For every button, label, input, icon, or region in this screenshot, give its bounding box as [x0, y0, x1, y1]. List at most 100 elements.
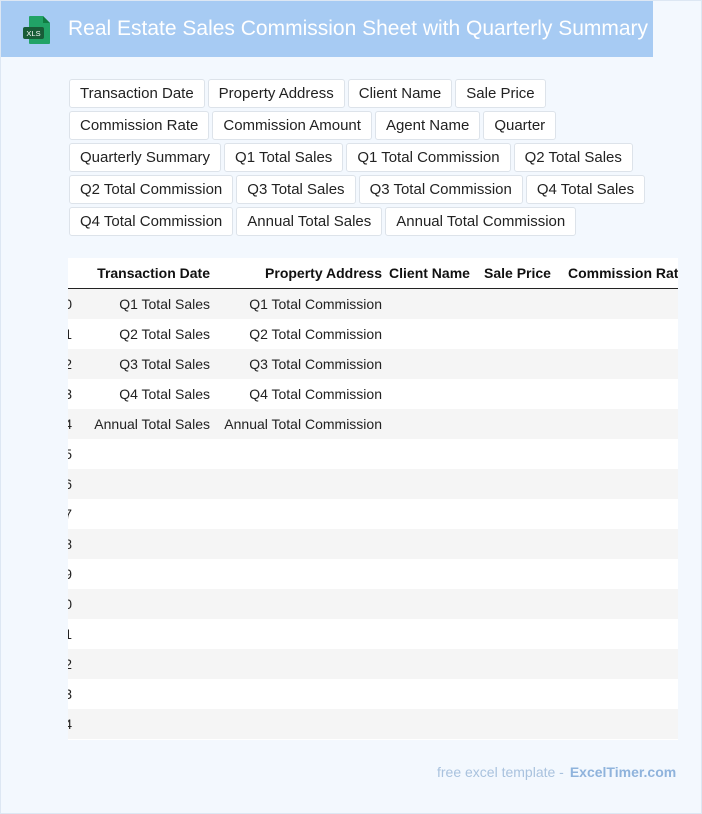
- xls-icon-label: XLS: [26, 29, 40, 38]
- table-cell: [558, 619, 678, 649]
- table-row: 4 Annual Total Sales Annual Total Commissi…: [68, 409, 678, 439]
- table-cell: [558, 559, 678, 589]
- table-cell: [210, 559, 382, 589]
- field-tag: Property Address: [207, 79, 345, 108]
- table-cell: [477, 469, 558, 499]
- table-cell: [477, 379, 558, 409]
- table-cell: [382, 589, 477, 619]
- table-cell: [477, 288, 558, 319]
- table-cell: [210, 469, 382, 499]
- field-tag: Q2 Total Commission: [69, 175, 234, 204]
- table-cell: [477, 559, 558, 589]
- footer-brand-link[interactable]: ExcelTimer.com: [570, 764, 676, 780]
- field-tag: Q1 Total Commission: [346, 143, 511, 172]
- header-client-name: Client Name: [382, 258, 477, 289]
- field-tag: Q1 Total Sales: [224, 143, 344, 172]
- table-cell: [382, 288, 477, 319]
- table-row: 7: [68, 499, 678, 529]
- table-cell: [74, 619, 210, 649]
- header-sale-price: Sale Price: [477, 258, 558, 289]
- field-tag: Quarter: [483, 111, 557, 140]
- table-cell: [74, 469, 210, 499]
- table-cell: [382, 319, 477, 349]
- table-cell: [558, 589, 678, 619]
- table-row: 3 Q4 Total Sales Q4 Total Commission: [68, 379, 678, 409]
- table-cell: Q2 Total Sales: [74, 319, 210, 349]
- table-cell: Q3 Total Commission: [210, 349, 382, 379]
- table-cell: [477, 439, 558, 469]
- table-cell: [477, 679, 558, 709]
- table-row: 10: [68, 589, 678, 619]
- table-row: 11: [68, 619, 678, 649]
- table-cell: [382, 619, 477, 649]
- field-tag: Agent Name: [374, 111, 481, 140]
- field-tag: Commission Amount: [212, 111, 372, 140]
- table-cell: [210, 529, 382, 559]
- page-title: Real Estate Sales Commission Sheet with …: [68, 17, 649, 40]
- field-tag: Quarterly Summary: [69, 143, 222, 172]
- table-cell: [477, 709, 558, 739]
- table-cell: [382, 709, 477, 739]
- data-table-viewport[interactable]: Transaction Date Property Address Client…: [68, 258, 678, 740]
- table-cell: [74, 679, 210, 709]
- field-tag: Q2 Total Sales: [513, 143, 633, 172]
- table-cell: [210, 709, 382, 739]
- header-transaction-date: Transaction Date: [74, 258, 210, 289]
- field-tag: Q3 Total Sales: [236, 175, 356, 204]
- table-cell: Q4 Total Sales: [74, 379, 210, 409]
- table-cell: [382, 529, 477, 559]
- data-table: Transaction Date Property Address Client…: [68, 258, 678, 739]
- table-cell: Q4 Total Commission: [210, 379, 382, 409]
- table-cell: [74, 559, 210, 589]
- field-tag-list: Transaction Date Property Address Client N…: [69, 79, 689, 236]
- table-cell: Annual Total Sales: [74, 409, 210, 439]
- table-cell: [558, 679, 678, 709]
- table-cell: [382, 349, 477, 379]
- table-cell: [74, 649, 210, 679]
- table-cell: [477, 409, 558, 439]
- table-cell: [74, 499, 210, 529]
- table-cell: [477, 649, 558, 679]
- table-cell: [558, 319, 678, 349]
- table-cell: [558, 349, 678, 379]
- footer-credit: free excel template - ExcelTimer.com: [437, 764, 676, 780]
- table-row: 2 Q3 Total Sales Q3 Total Commission: [68, 349, 678, 379]
- table-cell: [558, 499, 678, 529]
- table-cell: [558, 288, 678, 319]
- field-tag: Q3 Total Commission: [358, 175, 523, 204]
- table-cell: [558, 649, 678, 679]
- table-cell: [74, 589, 210, 619]
- table-cell: [477, 589, 558, 619]
- table-cell: [210, 649, 382, 679]
- table-cell: [382, 559, 477, 589]
- table-cell: [477, 319, 558, 349]
- footer-text: free excel template -: [437, 764, 564, 780]
- table-cell: [382, 409, 477, 439]
- field-tag: Transaction Date: [69, 79, 205, 108]
- table-cell: [382, 649, 477, 679]
- field-tag: Annual Total Sales: [236, 207, 383, 236]
- table-row: 5: [68, 439, 678, 469]
- header-property-address: Property Address: [210, 258, 382, 289]
- table-cell: [210, 499, 382, 529]
- table-cell: [558, 709, 678, 739]
- table-cell: [382, 499, 477, 529]
- table-cell: [558, 469, 678, 499]
- table-cell: [382, 439, 477, 469]
- table-row: 12: [68, 649, 678, 679]
- table-cell: [477, 619, 558, 649]
- table-row: 6: [68, 469, 678, 499]
- table-row: 14: [68, 709, 678, 739]
- table-cell: [210, 589, 382, 619]
- table-row: 9: [68, 559, 678, 589]
- table-cell: Q1 Total Sales: [74, 288, 210, 319]
- field-tag: Sale Price: [455, 79, 546, 108]
- table-row: 13: [68, 679, 678, 709]
- page-header: XLS Real Estate Sales Commission Sheet w…: [1, 1, 653, 57]
- table-cell: [382, 469, 477, 499]
- table-cell: Annual Total Commission: [210, 409, 382, 439]
- field-tag: Annual Total Commission: [385, 207, 577, 236]
- field-tag: Client Name: [347, 79, 453, 108]
- table-cell: [558, 379, 678, 409]
- table-cell: [382, 679, 477, 709]
